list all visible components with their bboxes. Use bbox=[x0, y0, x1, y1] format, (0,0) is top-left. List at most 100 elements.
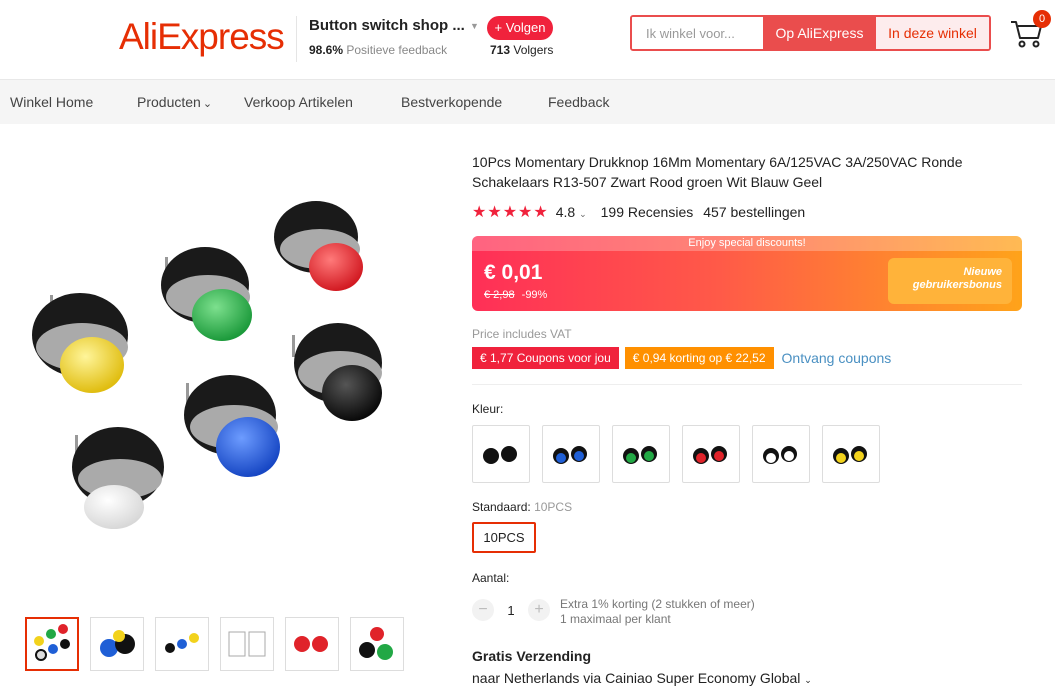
swatch-green[interactable] bbox=[612, 425, 670, 483]
search-bar: Op AliExpress In deze winkel bbox=[630, 15, 991, 51]
current-price: € 0,01 bbox=[484, 261, 543, 284]
new-user-bonus-badge: Nieuwe gebruikersbonus bbox=[888, 258, 1012, 304]
color-label: Kleur: bbox=[472, 402, 504, 416]
swatch-blue[interactable] bbox=[542, 425, 600, 483]
nav-item-home[interactable]: Winkel Home bbox=[10, 94, 93, 110]
rating-stars: ★ ★ ★ ★ ★ bbox=[472, 202, 548, 222]
cart-count-badge: 0 bbox=[1033, 10, 1051, 28]
increase-quantity-button[interactable]: + bbox=[528, 599, 550, 621]
thumbnail-5[interactable] bbox=[285, 617, 339, 671]
store-header: AliExpress Button switch shop ... ▼ 98.6… bbox=[0, 0, 1055, 80]
original-price: € 2,98 -99% bbox=[484, 289, 547, 301]
price-banner: Enjoy special discounts! € 0,01 € 2,98 -… bbox=[472, 236, 1022, 311]
size-option-10pcs[interactable]: 10PCS bbox=[472, 522, 536, 553]
reviews-link[interactable]: 199 Recensies bbox=[601, 204, 694, 220]
swatch-black[interactable] bbox=[472, 425, 530, 483]
yellow-button-image bbox=[32, 293, 128, 393]
nav-item-feedback[interactable]: Feedback bbox=[548, 94, 609, 110]
old-price: € 2,98 bbox=[484, 289, 515, 301]
swatch-image bbox=[763, 446, 797, 464]
shipping-detail-text: naar Netherlands via Cainiao Super Econo… bbox=[472, 670, 801, 686]
swatch-image bbox=[483, 446, 517, 464]
shop-name[interactable]: Button switch shop ... bbox=[309, 17, 465, 34]
green-button-image bbox=[161, 247, 252, 341]
thumbnail-image bbox=[34, 624, 70, 661]
size-label-text: Standaard: bbox=[472, 500, 531, 514]
swatch-white[interactable] bbox=[752, 425, 810, 483]
thumbnail-2[interactable] bbox=[90, 617, 144, 671]
feedback-percentage: 98.6% bbox=[309, 43, 344, 57]
star-icon: ★ bbox=[487, 204, 502, 221]
swatch-image bbox=[553, 446, 587, 464]
product-main-image[interactable] bbox=[20, 175, 430, 555]
purchase-limit-note: 1 maximaal per klant bbox=[560, 612, 671, 626]
search-input[interactable] bbox=[632, 17, 763, 49]
nav-item-sale[interactable]: Verkoop Artikelen bbox=[244, 94, 353, 110]
thumbnail-strip bbox=[25, 617, 404, 671]
swatch-yellow[interactable] bbox=[822, 425, 880, 483]
header-divider bbox=[296, 16, 297, 62]
shop-feedback: 98.6% Positieve feedback bbox=[309, 43, 447, 57]
thumbnail-diagram-image bbox=[228, 631, 266, 657]
chevron-down-icon: ⌄ bbox=[202, 98, 213, 110]
nav-item-products-label: Producten bbox=[137, 94, 201, 110]
thumbnail-image bbox=[100, 630, 135, 657]
discount-strip: Enjoy special discounts! bbox=[472, 236, 1022, 251]
feedback-label: Positieve feedback bbox=[346, 43, 448, 57]
aliexpress-logo[interactable]: AliExpress bbox=[119, 16, 285, 58]
quantity-value[interactable]: 1 bbox=[494, 603, 528, 618]
rating-number: 4.8 bbox=[555, 204, 576, 220]
color-swatches bbox=[472, 425, 880, 483]
white-button-image bbox=[72, 427, 164, 529]
chevron-down-icon: ⌄ bbox=[579, 209, 587, 219]
store-nav: Winkel Home Producten ⌄ Verkoop Artikelen… bbox=[0, 80, 1055, 124]
star-icon: ★ bbox=[518, 204, 533, 221]
rating-value[interactable]: 4.8 ⌄ bbox=[556, 204, 587, 220]
chevron-down-icon[interactable]: ▼ bbox=[470, 21, 479, 31]
black-button-image bbox=[292, 323, 382, 421]
chevron-down-icon: ⌄ bbox=[804, 675, 812, 685]
quantity-stepper: − 1 + bbox=[472, 599, 550, 621]
quantity-note: Extra 1% korting (2 stukken of meer) 1 m… bbox=[560, 597, 755, 627]
star-icon: ★ bbox=[472, 204, 487, 221]
orders-count: 457 bestellingen bbox=[703, 204, 806, 220]
nav-item-bestsellers[interactable]: Bestverkopende bbox=[401, 94, 502, 110]
coupon-row: € 1,77 Coupons voor jou € 0,94 korting o… bbox=[472, 347, 891, 369]
star-icon: ★ bbox=[533, 204, 548, 221]
thumbnail-4[interactable] bbox=[220, 617, 274, 671]
bonus-line-2: gebruikersbonus bbox=[912, 279, 1002, 291]
search-aliexpress-button[interactable]: Op AliExpress bbox=[763, 17, 876, 49]
section-divider bbox=[472, 384, 1022, 385]
thumbnail-6[interactable] bbox=[350, 617, 404, 671]
followers-label: Volgers bbox=[513, 43, 554, 57]
product-title: 10Pcs Momentary Drukknop 16Mm Momentary … bbox=[472, 154, 963, 190]
thumbnail-image bbox=[359, 627, 393, 660]
thumbnail-3[interactable] bbox=[155, 617, 209, 671]
nav-item-products[interactable]: Producten ⌄ bbox=[137, 94, 212, 110]
get-coupons-link[interactable]: Ontvang coupons bbox=[782, 350, 892, 366]
bonus-line-1: Nieuwe bbox=[963, 266, 1002, 278]
size-selected-value: 10PCS bbox=[534, 500, 573, 514]
shipping-detail[interactable]: naar Netherlands via Cainiao Super Econo… bbox=[472, 670, 812, 686]
coupon-store[interactable]: € 1,77 Coupons voor jou bbox=[472, 347, 619, 369]
discount-percent: -99% bbox=[521, 289, 548, 301]
vat-note: Price includes VAT bbox=[472, 327, 572, 341]
follow-button[interactable]: + Volgen bbox=[487, 16, 553, 40]
swatch-image bbox=[833, 446, 867, 464]
red-button-image bbox=[274, 201, 363, 291]
search-store-button[interactable]: In deze winkel bbox=[876, 17, 989, 49]
thumbnail-1[interactable] bbox=[25, 617, 79, 671]
followers-number: 713 bbox=[490, 43, 511, 57]
quantity-label: Aantal: bbox=[472, 571, 510, 585]
size-label: Standaard: 10PCS bbox=[472, 500, 572, 514]
coupon-discount[interactable]: € 0,94 korting op € 22,52 bbox=[624, 347, 774, 369]
followers-count: 713 Volgers bbox=[490, 43, 553, 57]
swatch-image bbox=[693, 446, 727, 464]
thumbnail-image bbox=[294, 636, 328, 652]
bulk-discount-note: Extra 1% korting (2 stukken of meer) bbox=[560, 597, 755, 611]
blue-button-image bbox=[184, 375, 280, 477]
star-icon: ★ bbox=[502, 204, 518, 221]
rating-row: ★ ★ ★ ★ ★ 4.8 ⌄ 199 Recensies 457 bestel… bbox=[472, 202, 805, 222]
swatch-red[interactable] bbox=[682, 425, 740, 483]
decrease-quantity-button[interactable]: − bbox=[472, 599, 494, 621]
